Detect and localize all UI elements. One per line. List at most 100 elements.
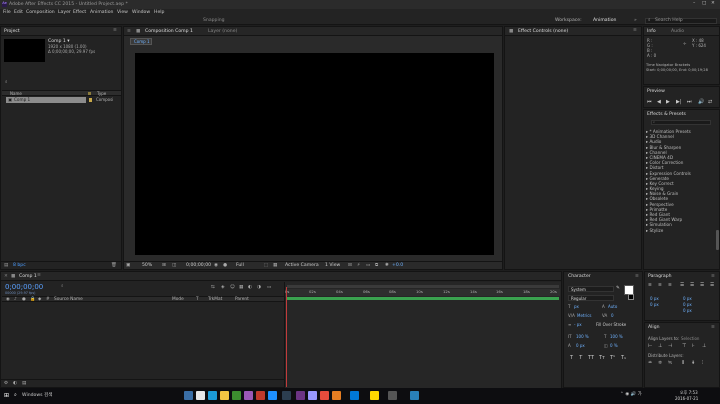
- chrome-icon[interactable]: [208, 391, 217, 400]
- resolution-grid-icon[interactable]: ⊞: [162, 263, 166, 269]
- align-v-center-icon[interactable]: ⊦: [692, 344, 695, 349]
- menu-window[interactable]: Window: [132, 10, 150, 16]
- horizontal-scale-value[interactable]: 100 %: [610, 335, 623, 339]
- tracking-value[interactable]: 0: [611, 314, 614, 318]
- justify-center-icon[interactable]: ☰: [690, 283, 694, 289]
- current-time-indicator[interactable]: [286, 287, 287, 387]
- align-center-icon[interactable]: ≡: [658, 283, 662, 289]
- tsume-value[interactable]: 0 %: [610, 344, 618, 348]
- comp-navigator-chip[interactable]: Comp 1: [130, 38, 152, 45]
- exposure-value[interactable]: +0.0: [392, 263, 403, 269]
- system-clock-date[interactable]: 2016-07-21: [675, 397, 698, 401]
- time-ruler[interactable]: 0s 02s 04s 06s 08s 10s 12s 14s 16s 18s 2…: [285, 289, 560, 296]
- snapshot-icon[interactable]: ◉: [214, 263, 218, 269]
- after-effects-icon[interactable]: [282, 391, 291, 400]
- timeline-menu-icon[interactable]: ≡: [37, 273, 41, 279]
- distribute-top-icon[interactable]: ≐: [648, 361, 652, 366]
- preview-tab[interactable]: Preview: [647, 89, 665, 95]
- shy-layers-icon[interactable]: ☺: [230, 285, 235, 291]
- distribute-h-center-icon[interactable]: ⫵: [692, 361, 694, 366]
- system-clock-time[interactable]: 오후 7:53: [680, 391, 698, 395]
- app-icon-10[interactable]: [296, 391, 305, 400]
- effect-controls-lock-icon[interactable]: ■: [509, 29, 513, 35]
- flowchart-icon[interactable]: ⧉: [375, 263, 378, 269]
- minimize-icon[interactable]: –: [693, 1, 695, 7]
- menu-file[interactable]: File: [3, 10, 11, 16]
- distribute-bottom-icon[interactable]: ≒: [668, 361, 672, 366]
- app-icon-8[interactable]: [268, 391, 277, 400]
- audio-preview-icon[interactable]: 🔊: [698, 100, 704, 105]
- align-bottom-edges-icon[interactable]: ⊥: [702, 344, 706, 349]
- kerning-value[interactable]: Metrics: [577, 314, 592, 318]
- distribute-left-icon[interactable]: ⫴: [682, 361, 684, 366]
- composition-canvas[interactable]: [135, 53, 494, 255]
- app-icon-5[interactable]: [232, 391, 241, 400]
- column-name[interactable]: Name: [10, 91, 22, 96]
- trkmat-header[interactable]: TrkMat: [208, 297, 222, 302]
- magnification-select[interactable]: 50%: [142, 263, 152, 269]
- paragraph-menu-icon[interactable]: ≡: [711, 274, 715, 280]
- workspace-menu-icon[interactable]: »: [634, 18, 637, 24]
- file-explorer-icon[interactable]: [196, 391, 205, 400]
- help-search-input[interactable]: ⌕ Search Help: [645, 17, 717, 24]
- effect-controls-menu-icon[interactable]: ≡: [633, 28, 637, 34]
- menu-effect[interactable]: Effect: [73, 10, 86, 16]
- mode-header[interactable]: Mode: [172, 297, 184, 302]
- distribute-v-center-icon[interactable]: ≑: [658, 361, 662, 366]
- graph-editor-icon[interactable]: ◑: [257, 285, 261, 291]
- resolution-select[interactable]: Full: [236, 263, 244, 269]
- comp-panel-menu-icon[interactable]: ≡: [127, 29, 131, 35]
- transparency-grid-icon[interactable]: ▦: [273, 263, 277, 269]
- superscript-button[interactable]: T¹: [610, 356, 615, 361]
- menu-composition[interactable]: Composition: [26, 10, 55, 16]
- channel-icon[interactable]: ●: [223, 263, 227, 269]
- column-type[interactable]: Type: [97, 91, 106, 96]
- all-caps-button[interactable]: TT: [588, 356, 594, 361]
- align-left-icon[interactable]: ≡: [648, 283, 652, 289]
- camera-select[interactable]: Active Camera: [285, 263, 319, 269]
- kakaotalk-icon[interactable]: [410, 391, 419, 400]
- timeline-tab[interactable]: Comp 1: [19, 274, 37, 280]
- align-h-center-icon[interactable]: ⊥: [658, 344, 662, 349]
- work-area-bar[interactable]: [287, 285, 559, 288]
- windows-search-icon[interactable]: ⌕: [14, 393, 17, 398]
- region-of-interest-icon[interactable]: ⬚: [264, 263, 268, 269]
- faux-italic-button[interactable]: T: [579, 356, 582, 361]
- app-icon-4[interactable]: [220, 391, 229, 400]
- info-tab[interactable]: Info: [647, 29, 656, 35]
- justify-all-icon[interactable]: ☰: [710, 283, 714, 289]
- view-layout-select[interactable]: 1 View: [325, 263, 340, 269]
- effects-scrollbar[interactable]: [716, 230, 719, 250]
- first-frame-icon[interactable]: ⏮: [647, 100, 652, 105]
- subscript-button[interactable]: T₁: [621, 356, 626, 361]
- indent-left-value[interactable]: 0 px: [650, 297, 659, 301]
- app-icon-7[interactable]: [256, 391, 265, 400]
- always-preview-icon[interactable]: ▣: [126, 263, 130, 269]
- baseline-shift-value[interactable]: 0 px: [576, 344, 585, 348]
- app-icon-15[interactable]: [370, 391, 379, 400]
- last-frame-icon[interactable]: ⏭: [687, 100, 692, 105]
- frame-blending-icon[interactable]: ▦: [239, 285, 243, 291]
- project-tab[interactable]: Project: [4, 29, 20, 35]
- eyedropper-icon[interactable]: ✎: [616, 286, 620, 292]
- graph-view-icon[interactable]: ▭: [267, 285, 271, 291]
- leading-value[interactable]: Auto: [608, 305, 617, 309]
- close-icon[interactable]: ✕: [711, 1, 715, 7]
- transfer-controls-icon[interactable]: ◐: [13, 381, 17, 387]
- system-tray-icons[interactable]: ⌃ ◉ 🔊 가: [620, 392, 642, 398]
- indent-right-value[interactable]: 0 px: [683, 297, 692, 301]
- app-icon-11[interactable]: [308, 391, 317, 400]
- t-header[interactable]: T: [196, 297, 199, 302]
- mask-visibility-icon[interactable]: ◫: [172, 263, 176, 269]
- align-menu-icon[interactable]: ≡: [711, 325, 715, 331]
- small-caps-button[interactable]: Tт: [599, 356, 605, 361]
- align-tab[interactable]: Align: [648, 325, 660, 331]
- parent-header[interactable]: Parent: [235, 297, 249, 302]
- tab-layer[interactable]: Layer (none): [208, 29, 237, 35]
- prev-frame-icon[interactable]: ◀: [657, 100, 661, 105]
- snapping-label[interactable]: Snapping: [203, 18, 225, 24]
- toggle-pixel-icon[interactable]: ⊟: [348, 263, 352, 269]
- space-before-value[interactable]: 0 px: [650, 303, 659, 307]
- timeline-search-icon[interactable]: ⌕: [61, 284, 64, 290]
- trash-icon[interactable]: 🗑: [111, 263, 117, 269]
